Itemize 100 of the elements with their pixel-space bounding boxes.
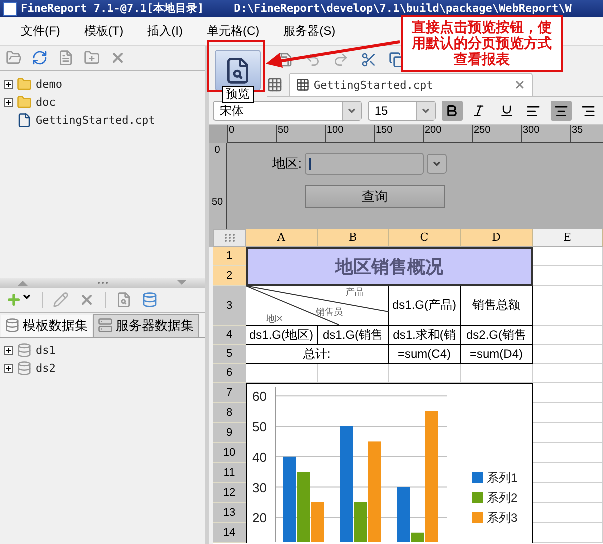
folder-icon [17,94,32,110]
row-header[interactable]: 7 [213,383,246,403]
table-cell[interactable]: 总计: [246,345,389,364]
menu-item[interactable]: 文件(F) [16,20,66,42]
file-path: D:\FineReport\develop\7.1\build\package\WebReport\W [234,2,572,15]
font-size-select[interactable]: 15 [368,101,436,121]
down-arrow-icon[interactable] [177,280,187,286]
expand-icon[interactable] [4,346,13,355]
legend-label: 系列1 [487,471,518,485]
grip-icon [224,234,234,242]
column-header[interactable]: C [389,229,461,247]
empty-cell[interactable] [533,364,603,383]
preview-data-icon[interactable] [116,292,132,308]
row-header[interactable]: 6 [213,364,246,383]
grip-icon[interactable] [98,280,108,284]
align-left-icon [526,104,542,118]
row-header[interactable]: 3 [213,286,246,326]
row-header[interactable]: 9 [213,423,246,443]
row-header[interactable]: 11 [213,463,246,483]
row-header[interactable]: 4 [213,326,246,345]
add-dropdown-icon[interactable] [6,292,32,308]
align-center-icon [554,104,569,118]
edit-icon[interactable] [53,292,69,308]
column-header[interactable]: D [461,229,533,247]
legend-label: 系列2 [487,491,518,505]
table-cell[interactable]: ds1.G(地区) [246,326,318,345]
table-cell[interactable]: 销售总额 [461,286,533,326]
undo-icon[interactable] [305,52,321,68]
redo-icon[interactable] [333,52,349,68]
row-header[interactable]: 5 [213,345,246,364]
row-header[interactable]: 1 [213,247,246,266]
menu-item[interactable]: 服务器(S) [278,20,341,42]
column-header[interactable]: E [533,229,603,247]
table-cell[interactable]: ds1.G(产品) [389,286,461,326]
column-header[interactable]: A [246,229,318,247]
empty-cell[interactable] [533,286,603,326]
document-tab[interactable]: GettingStarted.cpt [289,73,533,96]
refresh-icon[interactable] [32,50,48,66]
folder-icon [17,76,32,92]
tree-item[interactable]: ds1 [4,342,201,358]
tab-label: 服务器数据集 [116,316,194,334]
server-icon [98,318,113,333]
select-all-corner[interactable] [213,229,246,247]
tree-item[interactable]: ds2 [4,360,201,376]
folder-icon[interactable] [6,50,22,66]
axis-tick-label: 50 [252,420,267,434]
align-button[interactable] [550,101,572,121]
grid-icon [296,78,310,92]
input-field[interactable] [305,153,424,175]
expand-icon[interactable] [4,98,13,106]
row-header[interactable]: 14 [213,523,246,543]
bold-button[interactable] [442,101,463,121]
tab-label: 模板数据集 [23,316,88,334]
database-edit-icon[interactable] [142,292,158,308]
new-folder-icon[interactable] [84,50,100,66]
expand-icon[interactable] [4,364,13,373]
new-sheet-icon[interactable] [267,77,283,93]
font-select[interactable]: 宋体 [213,101,362,121]
close-icon[interactable] [514,79,526,91]
table-cell[interactable]: ds1.求和(销 [389,326,461,345]
table-cell[interactable]: ds1.G(销售 [318,326,389,345]
cut-icon[interactable] [361,52,377,68]
menu-item[interactable]: 插入(I) [142,20,188,42]
tree-item[interactable]: demo [4,76,201,92]
document-icon[interactable] [58,50,74,66]
expand-icon[interactable] [4,80,13,88]
annotation-callout: 直接点击预览按钮，使用默认的分页预览方式查看报表 [401,15,563,72]
axis-tick-label: 40 [252,450,267,465]
row-header[interactable]: 10 [213,443,246,463]
row-header[interactable]: 13 [213,503,246,523]
database-icon [17,361,32,376]
axis-tick-label: 30 [252,480,267,496]
save-icon[interactable] [277,52,293,68]
table-cell[interactable]: =sum(D4) [461,345,533,364]
tooltip: 预览 [222,86,254,103]
delete-icon[interactable] [110,50,126,66]
database-icon [17,343,32,358]
tree-item[interactable]: doc [4,94,201,110]
empty-cell[interactable] [533,326,603,345]
diagonal-header-cell[interactable]: 产品 销售员 地区 [246,286,389,326]
table-cell[interactable]: =sum(C4) [389,345,461,364]
table-cell[interactable]: ds2.G(销售 [461,326,533,345]
row-header[interactable]: 12 [213,483,246,503]
row-header[interactable]: 2 [213,266,246,286]
menu-item[interactable]: 单元格(C) [202,20,265,42]
menu-item[interactable]: 模板(T) [79,20,129,42]
empty-cell[interactable] [533,345,603,364]
query-button[interactable]: 查询 [305,185,445,208]
dataset-tab[interactable]: 模板数据集 [0,314,93,336]
dropdown-button[interactable] [427,154,447,174]
column-header[interactable]: B [318,229,389,247]
align-right-icon [580,104,596,118]
dataset-tab[interactable]: 服务器数据集 [93,314,199,336]
tree-item[interactable]: GettingStarted.cpt [4,112,201,128]
horizontal-ruler: 0 50 100 150 200 250 300 35 [227,125,603,143]
up-arrow-icon[interactable] [18,280,28,286]
bold-icon [445,104,460,118]
row-header[interactable]: 8 [213,403,246,423]
title-cell[interactable]: 地区销售概况 [246,247,533,286]
field-label: 地区: [271,155,302,173]
